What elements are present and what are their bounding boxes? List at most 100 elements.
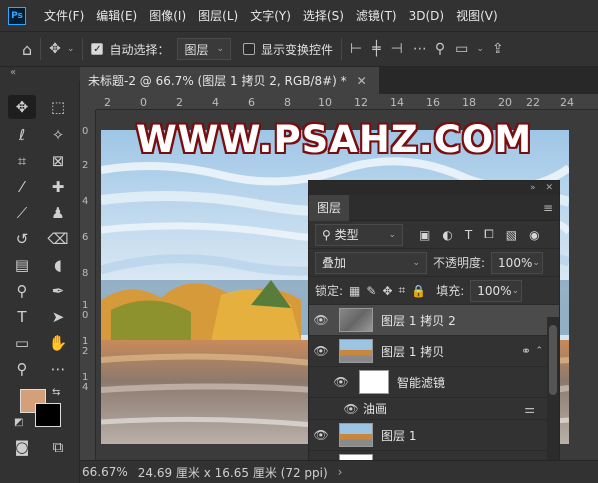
align-right-icon[interactable]: ⊣: [391, 41, 403, 57]
ruler-vertical[interactable]: 0 2 4 6 8 1 0 1 2 1 4: [80, 110, 96, 460]
home-icon[interactable]: ⌂: [22, 40, 32, 59]
fill-value: 100%: [477, 283, 512, 298]
filter-toggle-icon[interactable]: ◉: [529, 228, 539, 242]
auto-select-checkbox[interactable]: ✓: [91, 43, 104, 55]
double-chevron-icon[interactable]: «: [10, 67, 16, 78]
filter-shape-icon[interactable]: ⧠: [484, 227, 494, 242]
align-left-icon[interactable]: ⊢: [350, 41, 362, 57]
smart-filter-icon[interactable]: ⚭: [521, 344, 531, 358]
smart-filter-name: 智能滤镜: [397, 375, 446, 390]
lock-image-icon[interactable]: ✎: [366, 284, 376, 298]
brush-tool-icon[interactable]: ⟋: [8, 201, 36, 225]
lock-transparent-icon[interactable]: ▦: [349, 284, 360, 298]
crop-tool-icon[interactable]: ⌗: [8, 149, 36, 173]
shape-tool-icon[interactable]: ▭: [8, 331, 36, 355]
zoom-level[interactable]: 66.67%: [82, 465, 128, 479]
close-icon[interactable]: ✕: [357, 74, 367, 88]
menu-3d[interactable]: 3D(D): [403, 9, 450, 23]
move-tool-icon[interactable]: ✥: [49, 41, 61, 57]
type-tool-icon[interactable]: T: [8, 305, 36, 329]
toolbar-collapse[interactable]: «: [0, 67, 80, 81]
layer-row[interactable]: 👁 图层 1 拷贝 2: [309, 305, 559, 336]
menu-type[interactable]: 文字(Y): [244, 7, 297, 24]
layer-row[interactable]: 👁 图层 1: [309, 420, 559, 451]
lasso-tool-icon[interactable]: ℓ: [8, 123, 36, 147]
pen-tool-icon[interactable]: ✒: [44, 279, 72, 303]
document-tab[interactable]: 未标题-2 @ 66.7% (图层 1 拷贝 2, RGB/8#) * ✕: [80, 67, 379, 94]
chevron-up-icon[interactable]: ⌃: [535, 346, 543, 356]
marquee-tool-icon[interactable]: ⬚: [44, 95, 72, 119]
chevron-down-icon[interactable]: ⌄: [476, 44, 484, 54]
move-tool-icon[interactable]: ✥: [8, 95, 36, 119]
screen-mode-icon[interactable]: ⧉: [44, 435, 72, 459]
layers-tab[interactable]: 图层: [309, 194, 350, 221]
visibility-eye-icon[interactable]: 👁: [309, 344, 333, 358]
magic-wand-icon[interactable]: ✧: [44, 123, 72, 147]
lock-position-icon[interactable]: ✥: [382, 284, 392, 298]
quick-mask-icon[interactable]: ◙: [8, 435, 36, 459]
visibility-eye-icon[interactable]: 👁: [339, 402, 363, 416]
blend-mode-value: 叠加: [322, 256, 347, 270]
align-center-icon[interactable]: ╪: [372, 41, 380, 57]
show-transform-checkbox[interactable]: [243, 43, 256, 55]
stamp-tool-icon[interactable]: ♟: [44, 201, 72, 225]
background-color-swatch[interactable]: [35, 403, 61, 427]
filter-pixel-icon[interactable]: ▣: [419, 228, 430, 242]
blur-tool-icon[interactable]: ◖: [44, 253, 72, 277]
opacity-input[interactable]: 100% ⌄: [491, 251, 544, 274]
scrollbar-thumb[interactable]: [549, 325, 557, 395]
blend-mode-dropdown[interactable]: 叠加 ⌄: [315, 251, 427, 274]
lock-artboard-icon[interactable]: ⌗: [399, 283, 406, 298]
default-colors-icon[interactable]: ◩: [14, 417, 23, 428]
menu-select[interactable]: 选择(S): [297, 7, 350, 24]
zoom-tool-icon[interactable]: ⚲: [8, 357, 36, 381]
close-icon[interactable]: ✕: [545, 183, 553, 193]
smart-filter-row[interactable]: 👁 智能滤镜: [309, 367, 559, 398]
lock-all-icon[interactable]: 🔒: [411, 284, 426, 298]
path-select-icon[interactable]: ➤: [44, 305, 72, 329]
history-brush-icon[interactable]: ↺: [8, 227, 36, 251]
eraser-icon[interactable]: ⌫: [44, 227, 72, 251]
ruler-tick: 16: [426, 96, 440, 109]
filter-smart-object-icon[interactable]: ▧: [506, 228, 517, 242]
collapse-panel-icon[interactable]: »: [530, 183, 536, 193]
swap-colors-icon[interactable]: ⇆: [52, 387, 60, 398]
menu-edit[interactable]: 编辑(E): [90, 7, 143, 24]
ruler-tick: 24: [560, 96, 574, 109]
dodge-tool-icon[interactable]: ⚲: [8, 279, 36, 303]
menu-filter[interactable]: 滤镜(T): [350, 7, 403, 24]
layer-thumbnail: [339, 308, 373, 332]
auto-select-target-dropdown[interactable]: 图层 ⌄: [177, 38, 232, 60]
visibility-eye-icon[interactable]: 👁: [309, 313, 333, 327]
filter-kind-dropdown[interactable]: ⚲ 类型 ⌄: [315, 223, 403, 246]
eyedropper-icon[interactable]: ⁄: [8, 175, 36, 199]
visibility-eye-icon[interactable]: 👁: [309, 428, 333, 442]
visibility-eye-icon[interactable]: 👁: [329, 375, 353, 389]
share-icon[interactable]: ⇪: [492, 41, 504, 57]
fill-input[interactable]: 100% ⌄: [470, 279, 523, 302]
healing-brush-icon[interactable]: ✚: [44, 175, 72, 199]
layer-row[interactable]: 👁 图层 1 拷贝 ⚭ ⌃: [309, 336, 559, 367]
filter-options-icon[interactable]: ⚌: [524, 402, 535, 416]
ruler-horizontal[interactable]: 2 0 2 4 6 8 10 12 14 16 18 20 22 24: [96, 94, 598, 110]
chevron-down-icon[interactable]: ⌄: [67, 44, 75, 54]
search-icon[interactable]: ⚲: [435, 41, 445, 57]
menu-view[interactable]: 视图(V): [450, 7, 504, 24]
menu-image[interactable]: 图像(I): [143, 7, 192, 24]
chevron-right-icon[interactable]: ›: [338, 465, 343, 479]
filter-type-icon[interactable]: T: [465, 228, 472, 242]
menu-file[interactable]: 文件(F): [38, 7, 90, 24]
layer-thumbnail: [339, 339, 373, 363]
hand-tool-icon[interactable]: ✋: [44, 331, 72, 355]
layers-scrollbar[interactable]: [547, 317, 559, 483]
panel-menu-icon[interactable]: ≡: [543, 201, 553, 215]
panel-top-bar: » ✕: [309, 181, 559, 195]
frame-tool-icon[interactable]: ⊠: [44, 149, 72, 173]
filter-adjustment-icon[interactable]: ◐: [442, 228, 452, 242]
menu-layer[interactable]: 图层(L): [192, 7, 244, 24]
filter-item-row[interactable]: 👁 油画 ⚌: [309, 398, 559, 420]
more-options-icon[interactable]: ⋯: [413, 41, 427, 57]
more-tools-icon[interactable]: ⋯: [44, 357, 72, 381]
gradient-tool-icon[interactable]: ▤: [8, 253, 36, 277]
workspace-icon[interactable]: ▭: [455, 41, 468, 57]
